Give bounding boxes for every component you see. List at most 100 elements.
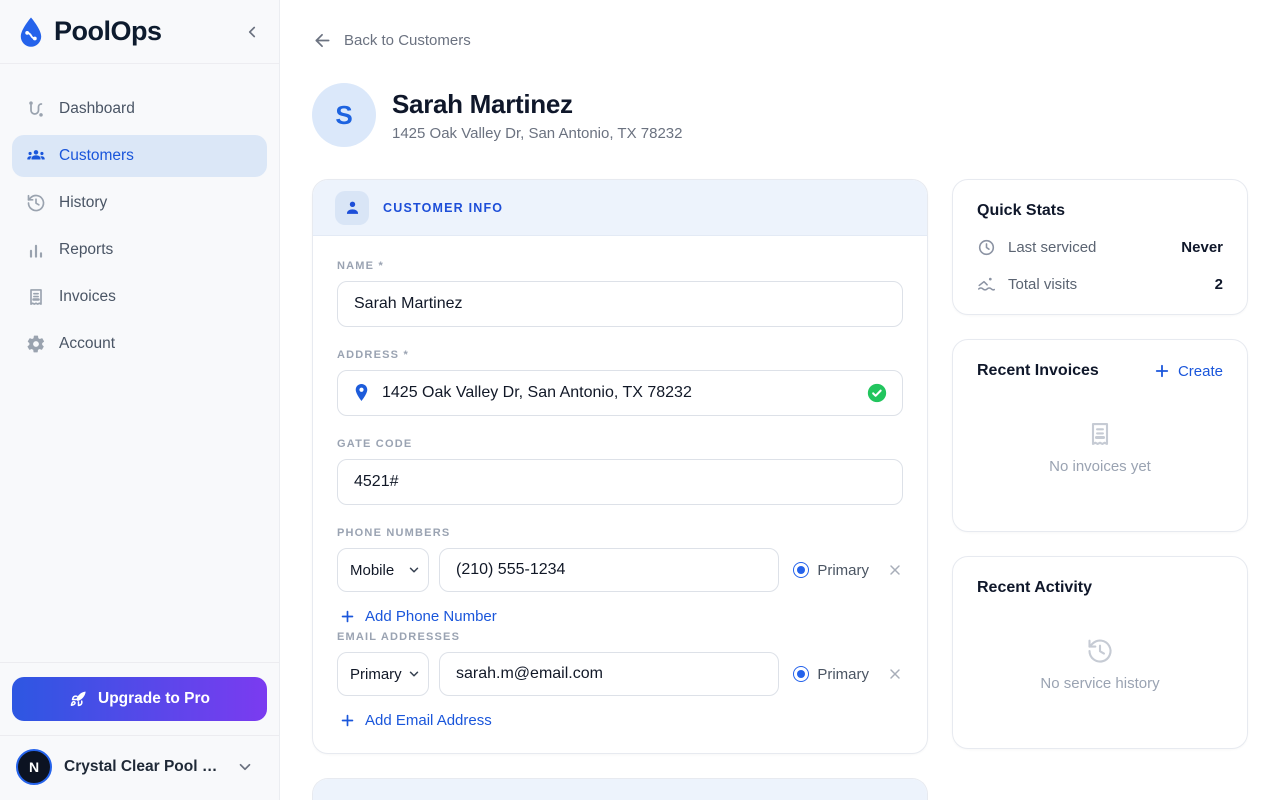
phone-number-input[interactable] — [439, 548, 779, 592]
back-arrow-icon — [312, 30, 333, 51]
next-section-card-header — [313, 779, 927, 800]
gate-code-input[interactable] — [337, 459, 903, 505]
email-addresses-section: EMAIL ADDRESSES Primary — [337, 631, 903, 729]
email-type-select[interactable]: Primary — [337, 652, 429, 696]
rocket-icon — [69, 690, 88, 709]
stat-value: 2 — [1215, 276, 1223, 293]
phone-numbers-label: PHONE NUMBERS — [337, 527, 903, 539]
swimmer-icon — [977, 275, 996, 294]
email-addresses-label: EMAIL ADDRESSES — [337, 631, 903, 643]
bar-chart-icon — [26, 240, 46, 260]
invoices-empty-text: No invoices yet — [1049, 458, 1151, 475]
recent-invoices-card: Recent Invoices Create No invoices yet — [952, 339, 1248, 532]
sidebar-item-label: Account — [59, 335, 115, 353]
water-drop-logo-icon — [14, 15, 48, 49]
upgrade-section: Upgrade to Pro — [0, 662, 279, 735]
add-email-label: Add Email Address — [365, 712, 492, 729]
add-phone-label: Add Phone Number — [365, 608, 497, 625]
person-icon — [335, 191, 369, 225]
upgrade-to-pro-button[interactable]: Upgrade to Pro — [12, 677, 267, 721]
customer-info-card-header: CUSTOMER INFO — [313, 180, 927, 236]
sidebar-item-history[interactable]: History — [12, 182, 267, 224]
sidebar-item-customers[interactable]: Customers — [12, 135, 267, 177]
users-icon — [26, 146, 46, 166]
gear-icon — [26, 334, 46, 354]
close-icon — [887, 562, 903, 578]
sidebar-item-dashboard[interactable]: Dashboard — [12, 88, 267, 130]
sidebar-item-reports[interactable]: Reports — [12, 229, 267, 271]
stat-value: Never — [1181, 239, 1223, 256]
recent-invoices-title: Recent Invoices — [977, 362, 1099, 380]
address-label: ADDRESS * — [337, 349, 903, 361]
phone-row: Mobile Primary — [337, 548, 903, 592]
stat-label: Last serviced — [1008, 239, 1169, 256]
quick-stats-card: Quick Stats Last serviced Never Total vi… — [952, 179, 1248, 315]
recent-activity-title: Recent Activity — [977, 579, 1092, 597]
phone-numbers-section: PHONE NUMBERS Mobile — [337, 527, 903, 625]
primary-radio-label: Primary — [817, 666, 869, 683]
close-icon — [887, 666, 903, 682]
workspace-avatar: N — [16, 749, 52, 785]
next-section-card — [312, 778, 928, 800]
sidebar-item-label: Reports — [59, 241, 113, 259]
remove-phone-button[interactable] — [887, 562, 903, 578]
sidebar-item-label: Customers — [59, 147, 134, 165]
email-primary-radio[interactable]: Primary — [793, 666, 869, 683]
quick-stats-title: Quick Stats — [977, 202, 1223, 220]
plus-icon — [1153, 362, 1171, 380]
history-icon — [26, 193, 46, 213]
history-icon — [1086, 637, 1114, 665]
sidebar-item-account[interactable]: Account — [12, 323, 267, 365]
add-email-address-button[interactable]: Add Email Address — [339, 712, 492, 729]
email-address-input[interactable] — [439, 652, 779, 696]
clock-icon — [977, 238, 996, 257]
customer-header: S Sarah Martinez 1425 Oak Valley Dr, San… — [312, 83, 1248, 147]
back-link-label: Back to Customers — [344, 32, 471, 49]
receipt-icon — [1086, 420, 1114, 448]
name-input[interactable] — [337, 281, 903, 327]
map-pin-icon — [351, 382, 372, 407]
sidebar-item-invoices[interactable]: Invoices — [12, 276, 267, 318]
remove-email-button[interactable] — [887, 666, 903, 682]
invoices-empty-state: No invoices yet — [977, 380, 1223, 509]
radio-selected-icon — [793, 666, 809, 682]
sidebar-collapse-button[interactable] — [243, 23, 261, 41]
name-field-group: NAME * — [337, 260, 903, 327]
upgrade-button-label: Upgrade to Pro — [98, 690, 210, 708]
activity-empty-state: No service history — [977, 597, 1223, 726]
recent-activity-card: Recent Activity No service history — [952, 556, 1248, 749]
main-content: Back to Customers S Sarah Martinez 1425 … — [280, 0, 1280, 800]
create-label: Create — [1178, 363, 1223, 380]
customer-address-subtitle: 1425 Oak Valley Dr, San Antonio, TX 7823… — [392, 125, 682, 142]
name-label: NAME * — [337, 260, 903, 272]
sidebar-item-label: Dashboard — [59, 100, 135, 118]
customer-avatar: S — [312, 83, 376, 147]
chevron-down-icon — [236, 758, 254, 776]
sidebar: PoolOps Dashboard Customers History — [0, 0, 280, 800]
address-input[interactable] — [337, 370, 903, 416]
add-phone-number-button[interactable]: Add Phone Number — [339, 608, 497, 625]
sidebar-nav: Dashboard Customers History Reports Invo… — [0, 64, 279, 370]
phone-primary-radio[interactable]: Primary — [793, 562, 869, 579]
workspace-switcher[interactable]: N Crystal Clear Pool Se… — [0, 735, 279, 800]
page-title: Sarah Martinez — [392, 89, 682, 120]
plus-icon — [339, 712, 356, 729]
card-title: CUSTOMER INFO — [383, 201, 503, 215]
sidebar-logo-row: PoolOps — [0, 0, 279, 64]
receipt-icon — [26, 287, 46, 307]
create-invoice-button[interactable]: Create — [1153, 362, 1223, 380]
sidebar-item-label: History — [59, 194, 107, 212]
chevron-left-icon — [243, 23, 261, 41]
stat-label: Total visits — [1008, 276, 1203, 293]
stat-row-last-serviced: Last serviced Never — [977, 238, 1223, 257]
activity-empty-text: No service history — [1040, 675, 1159, 692]
app-title: PoolOps — [54, 16, 162, 47]
back-to-customers-link[interactable]: Back to Customers — [312, 30, 471, 51]
phone-type-select[interactable]: Mobile — [337, 548, 429, 592]
route-icon — [26, 99, 46, 119]
sidebar-item-label: Invoices — [59, 288, 116, 306]
app-logo: PoolOps — [14, 15, 162, 49]
email-row: Primary Primary — [337, 652, 903, 696]
primary-radio-label: Primary — [817, 562, 869, 579]
address-verified-check-icon — [866, 382, 888, 408]
